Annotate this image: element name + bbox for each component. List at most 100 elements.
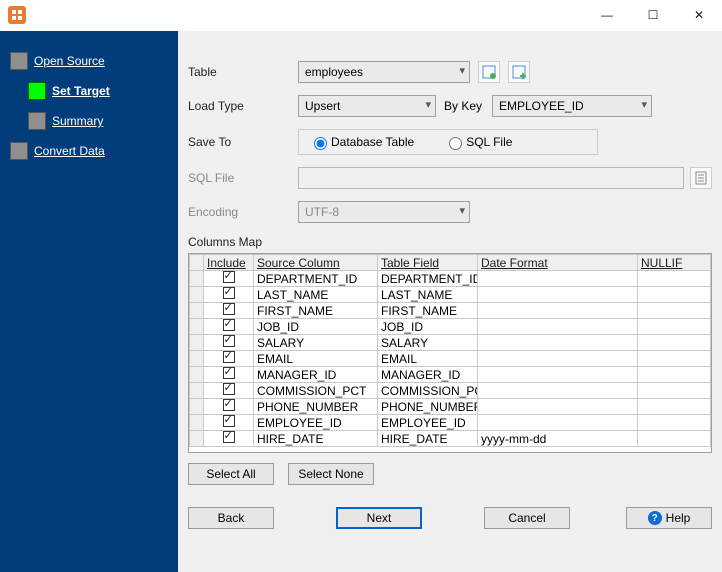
source-column-cell[interactable]: COMMISSION_PCT <box>254 383 378 399</box>
source-column-cell[interactable]: MANAGER_ID <box>254 367 378 383</box>
table-select[interactable]: employees <box>298 61 470 83</box>
source-column-cell[interactable]: FIRST_NAME <box>254 303 378 319</box>
date-format-cell[interactable] <box>478 319 638 335</box>
table-row[interactable]: JOB_IDJOB_ID <box>190 319 711 335</box>
include-cell[interactable] <box>204 335 254 351</box>
table-row[interactable]: MANAGER_IDMANAGER_ID <box>190 367 711 383</box>
row-header[interactable] <box>190 367 204 383</box>
include-cell[interactable] <box>204 319 254 335</box>
row-header[interactable] <box>190 399 204 415</box>
table-field-cell[interactable]: LAST_NAME <box>378 287 478 303</box>
browse-file-button[interactable] <box>690 167 712 189</box>
source-column-cell[interactable]: JOB_ID <box>254 319 378 335</box>
col-include[interactable]: Include <box>204 255 254 271</box>
table-field-cell[interactable]: MANAGER_ID <box>378 367 478 383</box>
date-format-cell[interactable] <box>478 287 638 303</box>
nav-convert-data[interactable]: Convert Data <box>10 139 178 163</box>
table-field-cell[interactable]: SALARY <box>378 335 478 351</box>
row-header[interactable] <box>190 287 204 303</box>
table-row[interactable]: FIRST_NAMEFIRST_NAME <box>190 303 711 319</box>
save-to-db-radio[interactable]: Database Table <box>309 134 414 150</box>
col-source-column[interactable]: Source Column <box>254 255 378 271</box>
table-row[interactable]: LAST_NAMELAST_NAME <box>190 287 711 303</box>
table-row[interactable]: HIRE_DATEHIRE_DATEyyyy-mm-dd <box>190 431 711 447</box>
source-column-cell[interactable]: PHONE_NUMBER <box>254 399 378 415</box>
table-row[interactable]: SALARYSALARY <box>190 335 711 351</box>
table-row[interactable]: EMPLOYEE_IDEMPLOYEE_ID <box>190 415 711 431</box>
date-format-cell[interactable] <box>478 335 638 351</box>
include-cell[interactable] <box>204 431 254 447</box>
table-row[interactable]: COMMISSION_PCTCOMMISSION_PCT <box>190 383 711 399</box>
table-field-cell[interactable]: PHONE_NUMBER <box>378 399 478 415</box>
source-column-cell[interactable]: DEPARTMENT_ID <box>254 271 378 287</box>
nullif-cell[interactable] <box>638 319 711 335</box>
table-row[interactable]: EMAILEMAIL <box>190 351 711 367</box>
refresh-table-button[interactable] <box>478 61 500 83</box>
source-column-cell[interactable]: SALARY <box>254 335 378 351</box>
include-cell[interactable] <box>204 287 254 303</box>
close-button[interactable]: ✕ <box>676 0 722 30</box>
source-column-cell[interactable]: EMAIL <box>254 351 378 367</box>
table-field-cell[interactable]: DEPARTMENT_ID <box>378 271 478 287</box>
back-button[interactable]: Back <box>188 507 274 529</box>
date-format-cell[interactable]: yyyy-mm-dd <box>478 431 638 447</box>
table-row[interactable]: DEPARTMENT_IDDEPARTMENT_ID <box>190 271 711 287</box>
row-header[interactable] <box>190 431 204 447</box>
include-cell[interactable] <box>204 303 254 319</box>
load-type-select[interactable]: Upsert <box>298 95 436 117</box>
include-cell[interactable] <box>204 271 254 287</box>
include-cell[interactable] <box>204 351 254 367</box>
source-column-cell[interactable]: LAST_NAME <box>254 287 378 303</box>
date-format-cell[interactable] <box>478 399 638 415</box>
nullif-cell[interactable] <box>638 415 711 431</box>
nullif-cell[interactable] <box>638 431 711 447</box>
table-row[interactable]: PHONE_NUMBERPHONE_NUMBER <box>190 399 711 415</box>
include-cell[interactable] <box>204 383 254 399</box>
row-header[interactable] <box>190 351 204 367</box>
col-table-field[interactable]: Table Field <box>378 255 478 271</box>
date-format-cell[interactable] <box>478 415 638 431</box>
nullif-cell[interactable] <box>638 399 711 415</box>
next-button[interactable]: Next <box>336 507 422 529</box>
nullif-cell[interactable] <box>638 383 711 399</box>
select-all-button[interactable]: Select All <box>188 463 274 485</box>
date-format-cell[interactable] <box>478 303 638 319</box>
table-field-cell[interactable]: JOB_ID <box>378 319 478 335</box>
minimize-button[interactable]: — <box>584 0 630 30</box>
table-field-cell[interactable]: FIRST_NAME <box>378 303 478 319</box>
by-key-select[interactable]: EMPLOYEE_ID <box>492 95 652 117</box>
nullif-cell[interactable] <box>638 271 711 287</box>
include-cell[interactable] <box>204 367 254 383</box>
columns-grid[interactable]: Include Source Column Table Field Date F… <box>188 253 712 453</box>
nullif-cell[interactable] <box>638 303 711 319</box>
nullif-cell[interactable] <box>638 287 711 303</box>
col-date-format[interactable]: Date Format <box>478 255 638 271</box>
new-table-button[interactable] <box>508 61 530 83</box>
cancel-button[interactable]: Cancel <box>484 507 570 529</box>
date-format-cell[interactable] <box>478 367 638 383</box>
table-field-cell[interactable]: HIRE_DATE <box>378 431 478 447</box>
table-field-cell[interactable]: COMMISSION_PCT <box>378 383 478 399</box>
source-column-cell[interactable]: EMPLOYEE_ID <box>254 415 378 431</box>
row-header[interactable] <box>190 335 204 351</box>
date-format-cell[interactable] <box>478 271 638 287</box>
row-header[interactable] <box>190 383 204 399</box>
nullif-cell[interactable] <box>638 335 711 351</box>
row-header[interactable] <box>190 303 204 319</box>
date-format-cell[interactable] <box>478 383 638 399</box>
maximize-button[interactable]: ☐ <box>630 0 676 30</box>
row-header[interactable] <box>190 415 204 431</box>
source-column-cell[interactable]: HIRE_DATE <box>254 431 378 447</box>
nullif-cell[interactable] <box>638 367 711 383</box>
table-field-cell[interactable]: EMAIL <box>378 351 478 367</box>
date-format-cell[interactable] <box>478 351 638 367</box>
row-header[interactable] <box>190 271 204 287</box>
include-cell[interactable] <box>204 415 254 431</box>
help-button[interactable]: ? Help <box>626 507 712 529</box>
include-cell[interactable] <box>204 399 254 415</box>
save-to-sql-radio[interactable]: SQL File <box>444 134 512 150</box>
row-header[interactable] <box>190 319 204 335</box>
table-field-cell[interactable]: EMPLOYEE_ID <box>378 415 478 431</box>
nav-summary[interactable]: Summary <box>28 109 178 133</box>
select-none-button[interactable]: Select None <box>288 463 374 485</box>
